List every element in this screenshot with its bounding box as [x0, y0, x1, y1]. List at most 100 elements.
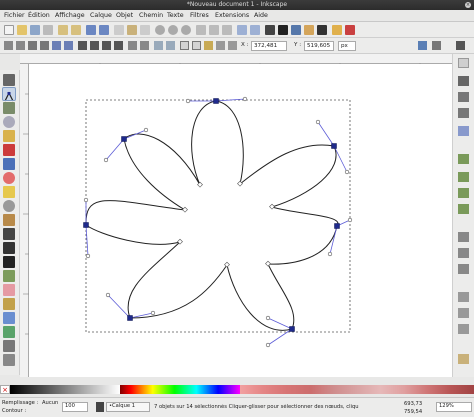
box3d-tool-icon[interactable] — [3, 158, 15, 170]
drawing-canvas[interactable] — [29, 64, 452, 377]
snap-enable-icon[interactable] — [458, 58, 469, 68]
menu-filtres[interactable]: Filtres — [190, 10, 209, 22]
snap-paths-icon[interactable] — [458, 154, 469, 164]
snap-guides-icon[interactable] — [458, 324, 469, 334]
snap-others-icon[interactable] — [458, 354, 469, 364]
tint-swatches[interactable] — [240, 385, 474, 394]
path-effects-icon[interactable] — [204, 41, 213, 50]
xml-editor-icon[interactable] — [304, 25, 314, 35]
segment-curve-icon[interactable] — [140, 41, 149, 50]
text-font-icon[interactable] — [278, 25, 288, 35]
group-icon[interactable] — [237, 25, 247, 35]
pen-tool-icon[interactable] — [3, 228, 15, 240]
connector-tool-icon[interactable] — [3, 354, 15, 366]
snap-nodes-icon[interactable] — [456, 41, 465, 50]
menu-edition[interactable]: Édition — [28, 10, 50, 22]
preferences-icon[interactable] — [332, 25, 342, 35]
selector-tool-icon[interactable] — [3, 74, 15, 86]
export-icon[interactable] — [71, 25, 81, 35]
rectangle-tool-icon[interactable] — [3, 144, 15, 156]
spray-tool-icon[interactable] — [3, 270, 15, 282]
show-handles-icon[interactable] — [180, 41, 189, 50]
paste-icon[interactable] — [140, 25, 150, 35]
copy-icon[interactable] — [114, 25, 124, 35]
layer-select[interactable]: •Calque 1 — [106, 402, 150, 412]
save-icon[interactable] — [30, 25, 40, 35]
x-coordinate-field[interactable]: 372,481 — [251, 41, 287, 51]
flower-path[interactable] — [85, 100, 339, 331]
spiral-tool-icon[interactable] — [3, 200, 15, 212]
horizontal-ruler[interactable] — [20, 54, 452, 69]
ellipse-tool-icon[interactable] — [3, 172, 15, 184]
snap-intersections-icon[interactable] — [458, 172, 469, 182]
insert-node-icon[interactable] — [4, 41, 13, 50]
node-tool-icon[interactable] — [2, 87, 16, 102]
smooth-node-icon[interactable] — [90, 41, 99, 50]
snap-grid-icon[interactable] — [458, 308, 469, 318]
layer-visibility-icon[interactable] — [96, 402, 104, 412]
redo-icon[interactable] — [99, 25, 109, 35]
handle-ends[interactable] — [83, 96, 353, 348]
zoom-field[interactable]: 129% — [436, 402, 472, 412]
menu-objet[interactable]: Objet — [116, 10, 133, 22]
vertical-ruler[interactable] — [20, 64, 29, 377]
calligraphy-tool-icon[interactable] — [3, 242, 15, 254]
symmetric-node-icon[interactable] — [102, 41, 111, 50]
unselected-nodes[interactable] — [177, 180, 275, 268]
mask-icon[interactable] — [228, 41, 237, 50]
snap-rotation-center-icon[interactable] — [458, 264, 469, 274]
snap-bbox-icon[interactable] — [432, 41, 441, 50]
snap-smooth-nodes-icon[interactable] — [458, 204, 469, 214]
zoom-tool-icon[interactable] — [3, 116, 15, 128]
menu-chemin[interactable]: Chemin — [139, 10, 163, 22]
stroke-to-path-icon[interactable] — [166, 41, 175, 50]
clip-path-icon[interactable] — [216, 41, 225, 50]
unlink-clone-icon[interactable] — [222, 25, 232, 35]
paint-bucket-tool-icon[interactable] — [3, 298, 15, 310]
hue-swatches[interactable] — [120, 385, 240, 394]
snap-bbox-edges-icon[interactable] — [458, 76, 469, 86]
zoom-drawing-icon[interactable] — [168, 25, 178, 35]
measure-tool-icon[interactable] — [3, 130, 15, 142]
snap-centers-icon[interactable] — [458, 248, 469, 258]
menu-texte[interactable]: Texte — [167, 10, 184, 22]
snap-nodes-icon[interactable] — [458, 126, 469, 136]
snap-midpoints-icon[interactable] — [458, 232, 469, 242]
close-icon[interactable]: × — [465, 2, 471, 8]
object-to-path-icon[interactable] — [154, 41, 163, 50]
dropper-tool-icon[interactable] — [3, 340, 15, 352]
fill-value[interactable]: Aucun — [42, 400, 58, 407]
zoom-selection-icon[interactable] — [155, 25, 165, 35]
menu-calque[interactable]: Calque — [90, 10, 112, 22]
import-icon[interactable] — [58, 25, 68, 35]
snap-bbox-corners-icon[interactable] — [458, 92, 469, 102]
unit-select[interactable]: px — [338, 41, 356, 51]
clone-icon[interactable] — [209, 25, 219, 35]
delete-segment-icon[interactable] — [64, 41, 73, 50]
break-path-icon[interactable] — [40, 41, 49, 50]
menu-aide[interactable]: Aide — [254, 10, 268, 22]
cusp-node-icon[interactable] — [78, 41, 87, 50]
mesh-tool-icon[interactable] — [3, 326, 15, 338]
print-icon[interactable] — [43, 25, 53, 35]
gray-swatches[interactable] — [10, 385, 120, 394]
show-outline-icon[interactable] — [192, 41, 201, 50]
join-segment-icon[interactable] — [52, 41, 61, 50]
snap-cusp-nodes-icon[interactable] — [458, 188, 469, 198]
no-paint-swatch[interactable]: × — [0, 385, 10, 394]
gradient-tool-icon[interactable] — [3, 312, 15, 324]
y-coordinate-field[interactable]: 519,605 — [304, 41, 334, 51]
tweak-tool-icon[interactable] — [3, 102, 15, 114]
selected-nodes[interactable] — [83, 98, 340, 332]
ungroup-icon[interactable] — [250, 25, 260, 35]
segment-line-icon[interactable] — [128, 41, 137, 50]
opacity-field[interactable]: 100 — [62, 402, 88, 412]
open-icon[interactable] — [17, 25, 27, 35]
document-properties-icon[interactable] — [345, 25, 355, 35]
pencil-tool-icon[interactable] — [3, 214, 15, 226]
menu-affichage[interactable]: Affichage — [55, 10, 85, 22]
snap-bbox-midpoints-icon[interactable] — [458, 108, 469, 118]
menu-fichier[interactable]: Fichier — [4, 10, 25, 22]
align-distribute-icon[interactable] — [317, 25, 327, 35]
menu-extensions[interactable]: Extensions — [215, 10, 249, 22]
